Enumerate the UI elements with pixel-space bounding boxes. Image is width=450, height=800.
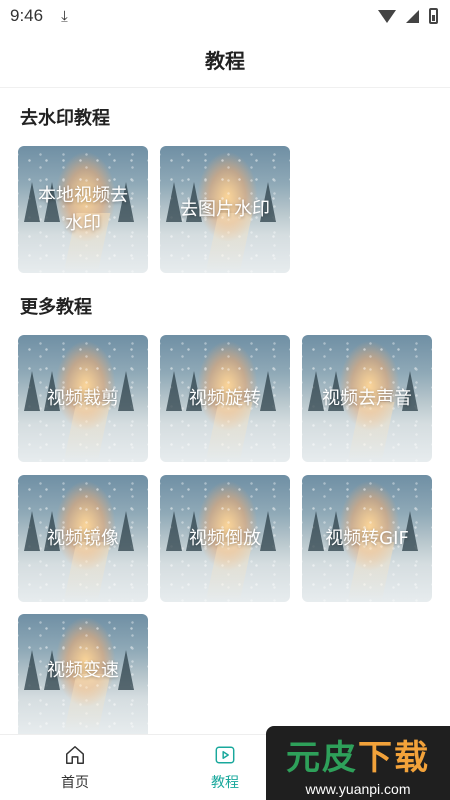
status-bar: 9:46 ⤓ bbox=[0, 0, 450, 32]
tutorial-card-speed[interactable]: 视频变速 bbox=[18, 614, 148, 734]
watermark-text-green: 元皮 bbox=[286, 737, 358, 778]
signal-icon bbox=[406, 9, 419, 23]
tutorial-card-label: 视频镜像 bbox=[47, 527, 119, 549]
download-icon: ⤓ bbox=[61, 7, 68, 25]
tutorial-card-to-gif[interactable]: 视频转GIF bbox=[302, 475, 432, 602]
wifi-icon bbox=[378, 9, 396, 23]
tutorial-card-label: 视频旋转 bbox=[189, 387, 261, 409]
site-watermark-logo: 元皮下载 www.yuanpi.com bbox=[266, 726, 450, 800]
section-title-watermark-removal: 去水印教程 bbox=[20, 108, 110, 129]
nav-tab-home[interactable]: 首页 bbox=[20, 735, 130, 800]
tutorial-card-reverse[interactable]: 视频倒放 bbox=[160, 475, 290, 602]
nav-tab-label: 教程 bbox=[211, 775, 239, 791]
page-title: 教程 bbox=[205, 49, 245, 73]
status-time: 9:46 bbox=[10, 6, 44, 25]
home-icon bbox=[66, 746, 84, 764]
section-title-more-tutorials: 更多教程 bbox=[20, 297, 92, 318]
tutorial-card-rotate[interactable]: 视频旋转 bbox=[160, 335, 290, 462]
tutorial-card-remove-audio[interactable]: 视频去声音 bbox=[302, 335, 432, 462]
watermark-text-orange: 下载 bbox=[358, 737, 430, 778]
tutorial-card-label: 视频倒放 bbox=[189, 527, 261, 549]
page-header: 教程 bbox=[0, 32, 450, 88]
battery-icon bbox=[429, 8, 438, 24]
tutorial-card-label: 本地视频去水印 bbox=[38, 184, 128, 234]
status-icons bbox=[378, 8, 438, 24]
tutorial-card-mirror[interactable]: 视频镜像 bbox=[18, 475, 148, 602]
tutorial-card-label: 视频裁剪 bbox=[47, 387, 119, 409]
tutorial-card-label: 视频变速 bbox=[47, 660, 119, 681]
tutorial-card-label: 视频转GIF bbox=[325, 527, 409, 549]
nav-tab-tutorial[interactable]: 教程 bbox=[170, 735, 280, 800]
watermark-url: www.yuanpi.com bbox=[305, 780, 411, 797]
tutorial-card-image-watermark[interactable]: 去图片水印 bbox=[160, 146, 290, 273]
play-icon bbox=[215, 746, 235, 764]
nav-tab-label: 首页 bbox=[61, 775, 89, 791]
tutorial-card-crop[interactable]: 视频裁剪 bbox=[18, 335, 148, 462]
tutorial-card-local-video-watermark[interactable]: 本地视频去水印 bbox=[18, 146, 148, 273]
tutorial-card-label: 去图片水印 bbox=[180, 198, 270, 220]
tutorial-card-label: 视频去声音 bbox=[322, 387, 412, 409]
